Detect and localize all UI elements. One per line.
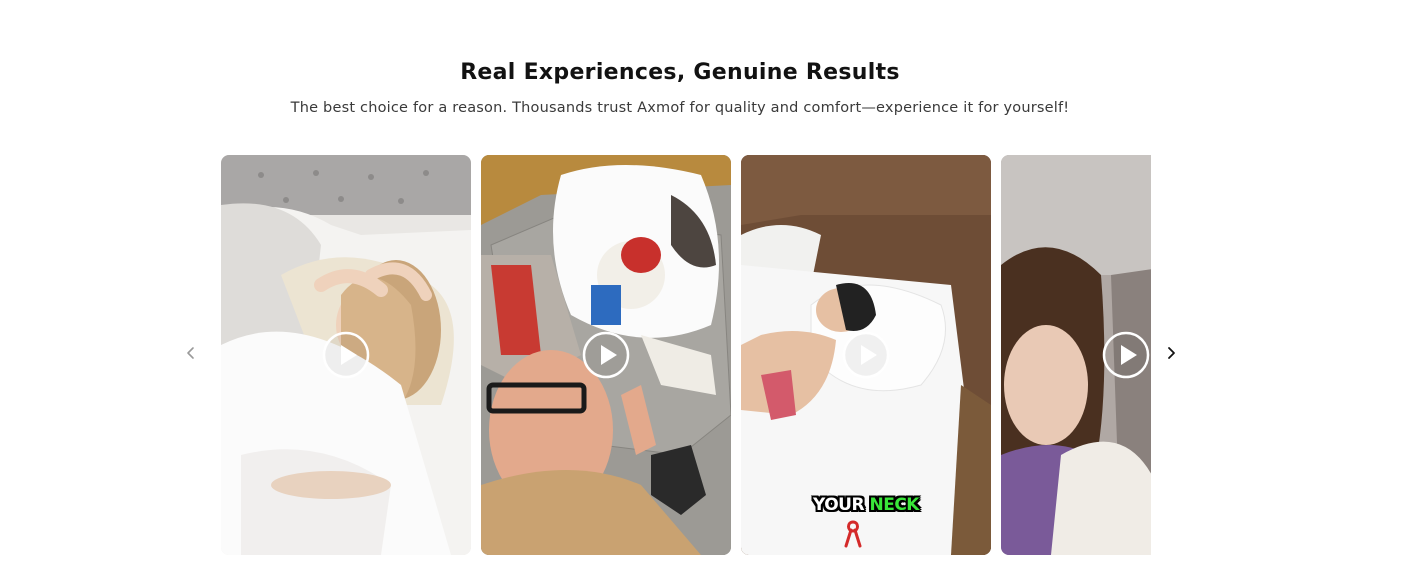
video-card-2[interactable] <box>481 155 731 555</box>
carousel-track: YOUR NECK <box>221 155 1151 555</box>
chevron-left-icon <box>187 347 194 359</box>
video-card-4[interactable] <box>1001 155 1151 555</box>
caption-word-white: YOUR <box>813 495 865 515</box>
play-icon[interactable] <box>582 331 630 379</box>
video-card-3[interactable]: YOUR NECK <box>741 155 991 555</box>
chevron-right-icon <box>1168 347 1175 359</box>
play-icon[interactable] <box>1102 331 1150 379</box>
video-card-1[interactable] <box>221 155 471 555</box>
video-carousel: YOUR NECK <box>221 155 1151 555</box>
carousel-next-button[interactable] <box>1161 343 1181 363</box>
ribbon-emoji-icon <box>844 520 862 548</box>
caption-word-green: NECK <box>869 495 919 515</box>
play-icon[interactable] <box>322 331 370 379</box>
carousel-prev-button[interactable] <box>181 343 201 363</box>
video-caption: YOUR NECK <box>741 495 991 515</box>
play-icon[interactable] <box>842 331 890 379</box>
section-subtitle: The best choice for a reason. Thousands … <box>290 100 1070 116</box>
section-title: Real Experiences, Genuine Results <box>460 60 900 85</box>
